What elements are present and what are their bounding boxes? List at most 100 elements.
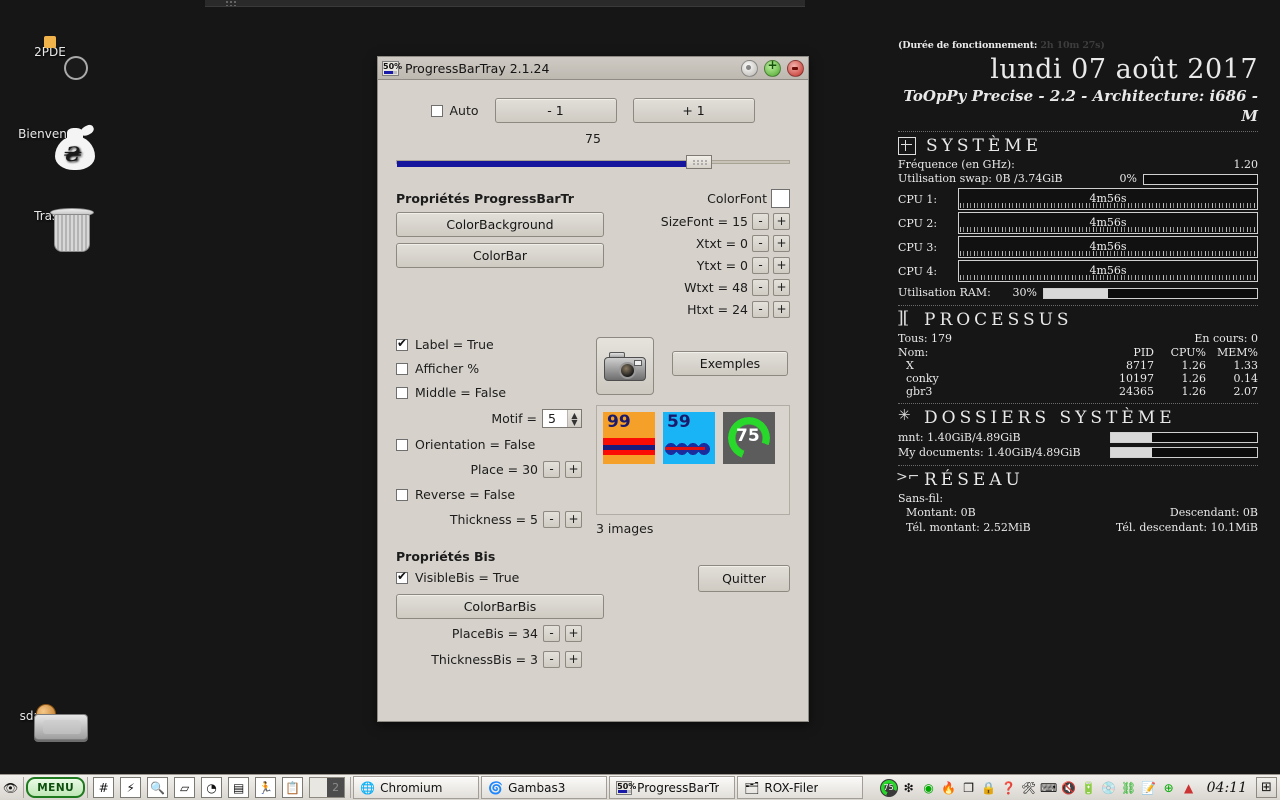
- screenshot-button[interactable]: [596, 337, 654, 395]
- ring-75-icon[interactable]: 75: [880, 779, 898, 797]
- process-pid: 24365: [1092, 385, 1154, 398]
- xtxt-minus-button[interactable]: -: [752, 235, 769, 252]
- keyboard-icon[interactable]: ⌨: [1040, 779, 1058, 797]
- wtxt-plus-button[interactable]: +: [773, 279, 790, 296]
- color-bar-button[interactable]: ColorBar: [396, 243, 604, 268]
- disc-icon[interactable]: 💿: [1100, 779, 1118, 797]
- thickness-plus-button[interactable]: +: [565, 511, 582, 528]
- windows-icon[interactable]: ❐: [960, 779, 978, 797]
- ytxt-plus-button[interactable]: +: [773, 257, 790, 274]
- thickness-minus-button[interactable]: -: [543, 511, 560, 528]
- increment-button[interactable]: + 1: [633, 98, 755, 123]
- launcher-clipboard[interactable]: 📋: [279, 777, 306, 798]
- motif-value[interactable]: 5: [543, 411, 567, 426]
- checkbox-box[interactable]: [396, 339, 408, 351]
- afficher-percent-checkbox[interactable]: Afficher %: [396, 361, 582, 376]
- window-titlebar[interactable]: 50% ProgressBarTray 2.1.24: [378, 57, 808, 80]
- sizefont-minus-button[interactable]: -: [752, 213, 769, 230]
- motif-spinner[interactable]: 5 ▲▼: [542, 409, 582, 428]
- quit-button[interactable]: Quitter: [698, 565, 790, 592]
- fire-icon[interactable]: 🔥: [940, 779, 958, 797]
- window-client-area: Auto - 1 + 1 75 Propriétés ProgressBarTr…: [378, 80, 808, 677]
- checkbox-box[interactable]: [396, 387, 408, 399]
- examples-button[interactable]: Exemples: [672, 351, 788, 376]
- visiblebis-checkbox[interactable]: VisibleBis = True: [396, 570, 582, 585]
- value-slider[interactable]: [396, 155, 790, 169]
- background-window-sliver[interactable]: [205, 0, 805, 7]
- pager-desktop-2[interactable]: 2: [327, 778, 344, 797]
- thumbnail-gallery[interactable]: 99 59 75: [596, 405, 790, 515]
- close-button[interactable]: [787, 60, 804, 77]
- list-item[interactable]: 59: [663, 412, 715, 464]
- launcher-search[interactable]: 🔍: [144, 777, 171, 798]
- task-button-rox-filer[interactable]: 🗂 ROX-Filer: [737, 776, 863, 799]
- thicknessbis-plus-button[interactable]: +: [565, 651, 582, 668]
- list-item[interactable]: 75: [723, 412, 775, 464]
- peak-icon[interactable]: ▲: [1180, 779, 1198, 797]
- lock-icon[interactable]: 🔒: [980, 779, 998, 797]
- launcher-lightning[interactable]: ⚡: [117, 777, 144, 798]
- spinner-arrows-icon[interactable]: ▲▼: [567, 410, 581, 427]
- desktop-icon-trash[interactable]: Trash: [2, 206, 98, 223]
- list-item[interactable]: 99: [603, 412, 655, 464]
- ytxt-minus-button[interactable]: -: [752, 257, 769, 274]
- pager-desktop-1[interactable]: [310, 778, 327, 797]
- show-desktop-button[interactable]: ⊞: [1253, 777, 1280, 798]
- xtxt-plus-button[interactable]: +: [773, 235, 790, 252]
- network-totals-row: Tél. montant: 2.52MiB Tél. descendant: 1…: [898, 520, 1258, 535]
- htxt-minus-button[interactable]: -: [752, 301, 769, 318]
- launcher-runner[interactable]: 🏃: [252, 777, 279, 798]
- checkbox-box[interactable]: [396, 439, 408, 451]
- reverse-checkbox[interactable]: Reverse = False: [396, 487, 582, 502]
- launcher-calculator[interactable]: ▤: [225, 777, 252, 798]
- launcher-gauge[interactable]: ◔: [198, 777, 225, 798]
- launcher-note[interactable]: ▱: [171, 777, 198, 798]
- htxt-plus-button[interactable]: +: [773, 301, 790, 318]
- compass-icon[interactable]: ◉: [920, 779, 938, 797]
- checkbox-box[interactable]: [431, 105, 443, 117]
- middle-checkbox[interactable]: Middle = False: [396, 385, 582, 400]
- network-tree-icon[interactable]: ⛓: [1120, 779, 1138, 797]
- wtxt-minus-button[interactable]: -: [752, 279, 769, 296]
- decrement-button[interactable]: - 1: [495, 98, 617, 123]
- minimize-button[interactable]: [741, 60, 758, 77]
- task-button-chromium[interactable]: 🌐 Chromium: [353, 776, 479, 799]
- tools-icon[interactable]: 🛠: [1020, 779, 1038, 797]
- pager[interactable]: 2: [306, 777, 348, 798]
- place-minus-button[interactable]: -: [543, 461, 560, 478]
- color-background-button[interactable]: ColorBackground: [396, 212, 604, 237]
- orientation-checkbox[interactable]: Orientation = False: [396, 437, 582, 452]
- desktop-icon-bienvenue[interactable]: ₴ Bienvenue: [2, 124, 98, 141]
- maximize-button[interactable]: [764, 60, 781, 77]
- placebis-plus-button[interactable]: +: [565, 625, 582, 642]
- slider-handle[interactable]: [686, 155, 712, 169]
- auto-checkbox[interactable]: Auto: [431, 103, 478, 118]
- uptime-label: (Durée de fonctionnement:: [898, 40, 1037, 51]
- sizefont-plus-button[interactable]: +: [773, 213, 790, 230]
- checkbox-box[interactable]: [396, 363, 408, 375]
- plus-icon[interactable]: ⊕: [1160, 779, 1178, 797]
- desktop-icon-sda1[interactable]: sda1: [0, 706, 82, 723]
- desktop-icon-2pde[interactable]: 2PDE: [2, 42, 98, 59]
- motif-label: Motif =: [491, 411, 537, 426]
- network-icon[interactable]: ❇: [900, 779, 918, 797]
- clock[interactable]: 04:11: [1201, 780, 1253, 796]
- color-bar-bis-button[interactable]: ColorBarBis: [396, 594, 604, 619]
- battery-icon[interactable]: 🔋: [1080, 779, 1098, 797]
- checkbox-box[interactable]: [396, 489, 408, 501]
- thicknessbis-minus-button[interactable]: -: [543, 651, 560, 668]
- placebis-minus-button[interactable]: -: [543, 625, 560, 642]
- task-button-progressbartray[interactable]: 50% ProgressBarTr: [609, 776, 735, 799]
- place-plus-button[interactable]: +: [565, 461, 582, 478]
- notes-icon[interactable]: 📝: [1140, 779, 1158, 797]
- quit-row: Quitter: [596, 565, 790, 592]
- eye-icon[interactable]: 👁: [0, 777, 21, 798]
- help-icon[interactable]: ❓: [1000, 779, 1018, 797]
- color-font-swatch[interactable]: [771, 189, 790, 208]
- launcher-terminal[interactable]: #: [90, 777, 117, 798]
- checkbox-box[interactable]: [396, 572, 408, 584]
- task-button-gambas3[interactable]: 🌀 Gambas3: [481, 776, 607, 799]
- menu-button[interactable]: MENU: [26, 777, 85, 798]
- volume-muted-icon[interactable]: 🔇: [1060, 779, 1078, 797]
- label-checkbox[interactable]: Label = True: [396, 337, 582, 352]
